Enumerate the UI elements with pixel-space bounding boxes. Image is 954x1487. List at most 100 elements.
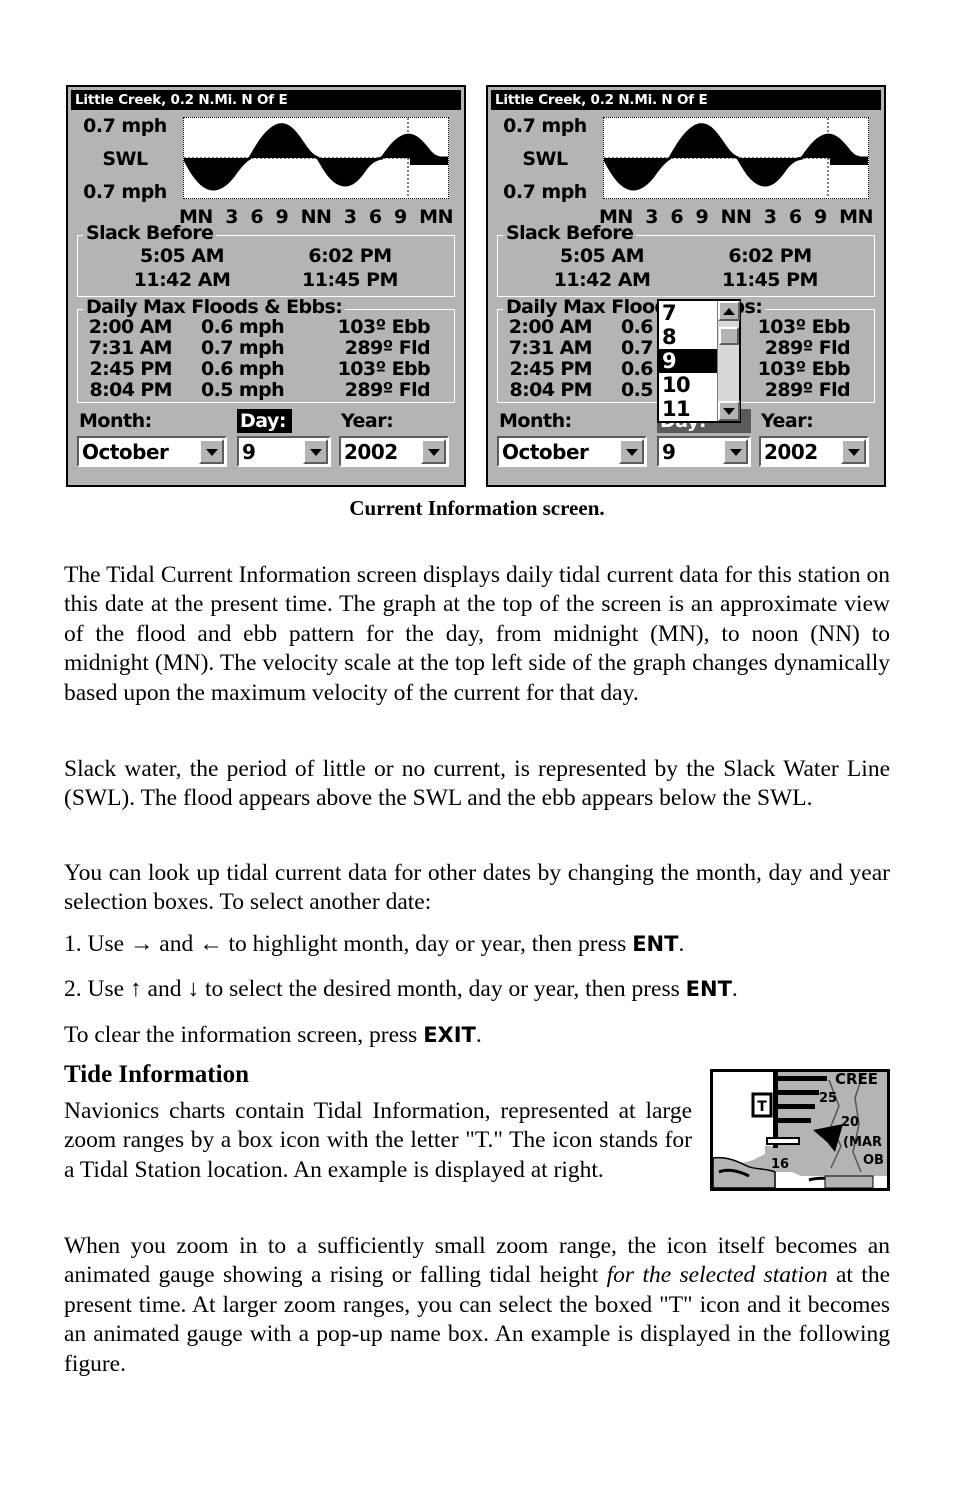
year-combobox[interactable]: 2002 [759, 436, 869, 467]
month-label: Month: [499, 410, 572, 432]
day-combobox[interactable]: 9 [657, 436, 751, 467]
slack-before-times: 5:05 AM 6:02 PM 11:42 AM 11:45 PM [78, 244, 454, 292]
velocity-scale-bottom: 0.7 mph [503, 181, 587, 203]
table-row: 8:04 PM 0.5 mph 289º Fld [84, 380, 448, 401]
dropdown-option[interactable]: 7 [659, 301, 717, 325]
month-selector[interactable]: Month: October [77, 409, 227, 467]
chevron-down-icon[interactable] [619, 439, 644, 464]
chevron-down-icon[interactable] [303, 439, 328, 464]
flood-time: 2:45 PM [89, 358, 172, 380]
tick-8: MN [419, 206, 453, 228]
day-dropdown-options[interactable]: 7 8 9 10 11 [659, 301, 717, 421]
graph-plot-area [183, 117, 449, 199]
year-selector[interactable]: Year: 2002 [339, 409, 449, 467]
chevron-down-icon[interactable] [421, 439, 446, 464]
dropdown-option[interactable]: 8 [659, 325, 717, 349]
day-selector[interactable]: Day: 9 [237, 409, 331, 467]
dropdown-option[interactable]: 10 [659, 373, 717, 397]
slack-time: 11:45 PM [302, 269, 398, 291]
month-label: Month: [79, 410, 152, 432]
current-waveform [184, 118, 448, 198]
flood-direction: 289º Fld [344, 379, 431, 401]
key-label-ent: ENT [685, 976, 732, 1001]
slack-before-group: Slack Before 5:05 AM 6:02 PM 11:42 AM 11… [77, 223, 455, 297]
list-item-2-suffix: . [731, 975, 738, 1002]
figure-screenshots: Little Creek, 0.2 N.Mi. N Of E 0.7 mph S… [66, 85, 890, 489]
up-arrow-icon: ↑ [129, 975, 142, 1002]
dropdown-scrollbar[interactable] [717, 301, 740, 421]
tick-4: NN [300, 206, 332, 228]
left-arrow-icon: ← [199, 930, 223, 957]
dropdown-option[interactable]: 11 [659, 397, 717, 421]
year-selector[interactable]: Year: 2002 [759, 409, 869, 467]
list-item-1-suffix: . [678, 930, 685, 957]
day-dropdown-list[interactable]: 7 8 9 10 11 [657, 299, 741, 423]
chart-map-graphic: T 25 20 16 CREE (MAR OB [713, 1072, 887, 1188]
month-combobox[interactable]: October [497, 436, 647, 467]
paragraph-4-text: To clear the information screen, press [64, 1021, 424, 1048]
month-combobox[interactable]: October [77, 436, 227, 467]
tick-7: 9 [394, 206, 407, 228]
flood-time: 2:00 AM [88, 316, 173, 338]
slack-time: 6:02 PM [728, 245, 812, 267]
slack-row: 5:05 AM 6:02 PM [498, 244, 874, 268]
date-selectors: Month: October Day: 9 Year: 2002 [77, 409, 455, 475]
velocity-scale: 0.7 mph SWL 0.7 mph [71, 113, 179, 213]
month-value: October [502, 440, 589, 464]
flood-direction: 103º Ebb [337, 316, 431, 338]
scroll-up-arrow-icon[interactable] [718, 301, 740, 321]
flood-speed: 0.6 mph [201, 316, 285, 338]
chevron-down-icon[interactable] [199, 439, 224, 464]
tick-2: 6 [250, 206, 264, 228]
day-value: 9 [242, 440, 256, 464]
graph-time-ticks: MN 3 6 9 NN 3 6 9 MN [599, 205, 873, 229]
figure-caption: Current Information screen. [349, 496, 605, 520]
list-item-2-mid: and [141, 975, 188, 1002]
tidal-current-graph: 0.7 mph SWL 0.7 mph MN 3 6 9 NN 3 6 9 MN [491, 113, 881, 228]
list-item-1-prefix: 1. Use [64, 930, 130, 957]
current-waveform [604, 118, 868, 198]
year-label: Year: [761, 410, 814, 432]
chevron-down-icon[interactable] [723, 439, 748, 464]
slack-time: 6:02 PM [308, 245, 392, 267]
place-label-mar: (MAR [843, 1135, 882, 1150]
list-item-1-mid: and [153, 930, 200, 957]
day-label: Day: [237, 409, 292, 433]
day-combobox[interactable]: 9 [237, 436, 331, 467]
tidal-current-graph: 0.7 mph SWL 0.7 mph MN 3 6 9 NN 3 6 9 MN [71, 113, 461, 228]
flood-speed: 0.7 mph [201, 337, 285, 359]
tick-5: 3 [343, 206, 357, 228]
daily-max-floods-ebbs-title: Daily Max Floods & Ebbs: [83, 297, 346, 317]
right-arrow-icon: → [129, 930, 154, 957]
scroll-down-arrow-icon[interactable] [718, 401, 740, 421]
tick-3: 9 [275, 206, 289, 228]
velocity-scale: 0.7 mph SWL 0.7 mph [491, 113, 599, 213]
slack-time: 11:42 AM [133, 269, 231, 291]
slack-before-group: Slack Before 5:05 AM 6:02 PM 11:42 AM 11… [497, 223, 875, 297]
month-value: October [82, 440, 169, 464]
paragraph-6-italic: for the selected station [606, 1262, 828, 1288]
slack-time: 11:45 PM [722, 269, 818, 291]
month-selector[interactable]: Month: October [497, 409, 647, 467]
slack-before-title: Slack Before [503, 223, 637, 243]
slack-row: 11:42 AM 11:45 PM [78, 268, 454, 292]
device-screen-left: Little Creek, 0.2 N.Mi. N Of E 0.7 mph S… [66, 85, 466, 487]
place-label-cree: CREE [835, 1072, 878, 1088]
scrollbar-thumb[interactable] [719, 327, 739, 345]
dropdown-option-selected[interactable]: 9 [659, 349, 717, 373]
flood-time: 2:45 PM [509, 358, 592, 380]
tidal-station-t-label: T [757, 1099, 767, 1115]
paragraph-3: You can look up tidal current data for o… [64, 859, 890, 916]
day-value: 9 [662, 440, 676, 464]
depth-label-16: 16 [771, 1157, 789, 1172]
tick-1: 3 [225, 206, 238, 228]
chevron-down-icon[interactable] [841, 439, 866, 464]
year-combobox[interactable]: 2002 [339, 436, 449, 467]
station-title-bar: Little Creek, 0.2 N.Mi. N Of E [491, 90, 881, 110]
paragraph-6: When you zoom in to a sufficiently small… [64, 1232, 890, 1380]
tick-6: 6 [368, 206, 382, 228]
slack-before-title: Slack Before [83, 223, 217, 243]
graph-plot-area [603, 117, 869, 199]
station-title-bar: Little Creek, 0.2 N.Mi. N Of E [71, 90, 461, 110]
depth-label-20: 20 [841, 1115, 859, 1130]
